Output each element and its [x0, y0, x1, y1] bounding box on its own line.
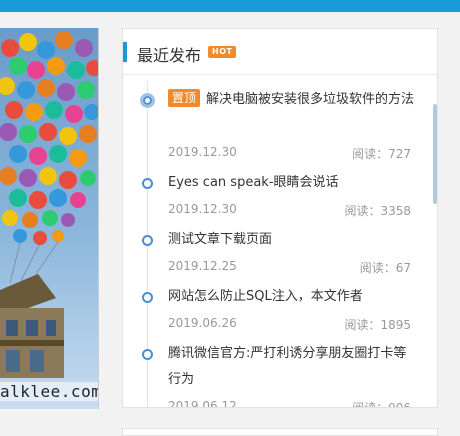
top-nav-bar: [0, 0, 460, 12]
panel-title: 最近发布: [137, 46, 202, 65]
panel-scrollbar[interactable]: [433, 104, 437, 204]
balloons-illustration: [0, 31, 98, 378]
article-read-count: 阅读：1895: [344, 318, 411, 332]
article-date: 2019.12.30: [168, 202, 237, 216]
article-title-text: 解决电脑被安装很多垃圾软件的方法: [206, 92, 415, 107]
next-panel-edge: [122, 428, 438, 436]
header-accent-bar: [123, 42, 127, 62]
timeline-dot-active-icon: [140, 93, 155, 108]
article-date: 2019.06.12: [168, 399, 237, 408]
article-title-link[interactable]: 测试文章下载页面: [168, 227, 418, 253]
hot-badge: HOT: [208, 46, 237, 58]
article-date: 2019.06.26: [168, 316, 237, 330]
recent-posts-panel: 最近发布 HOT 置顶 解决电脑被安装很多垃圾软件的方法 2019.12.30 阅…: [122, 28, 438, 408]
hero-image-balloon-house[interactable]: alklee.com: [0, 28, 99, 409]
article-read-count: 阅读：3358: [344, 204, 411, 218]
timeline-dot-icon: [142, 178, 153, 189]
article-date: 2019.12.30: [168, 145, 237, 159]
pinned-badge: 置顶: [168, 89, 201, 107]
timeline-dot-icon: [142, 235, 153, 246]
article-title-link[interactable]: 网站怎么防止SQL注入，本文作者: [168, 284, 418, 310]
article-read-count: 阅读：67: [359, 261, 411, 275]
article-title-link[interactable]: 腾讯微信官方:严打利诱分享朋友圈打卡等行为: [168, 341, 418, 393]
article-read-count: 阅读：727: [352, 147, 411, 161]
image-watermark-text: alklee.com: [0, 382, 98, 401]
timeline-dot-icon: [142, 292, 153, 303]
article-title-link[interactable]: Eyes can speak-眼睛会说话: [168, 170, 418, 196]
panel-header: 最近发布 HOT: [123, 29, 437, 75]
article-read-count: 阅读：906: [352, 401, 411, 408]
article-date: 2019.12.25: [168, 259, 237, 273]
article-title-link[interactable]: 置顶 解决电脑被安装很多垃圾软件的方法: [168, 87, 418, 113]
timeline-dot-icon: [142, 349, 153, 360]
